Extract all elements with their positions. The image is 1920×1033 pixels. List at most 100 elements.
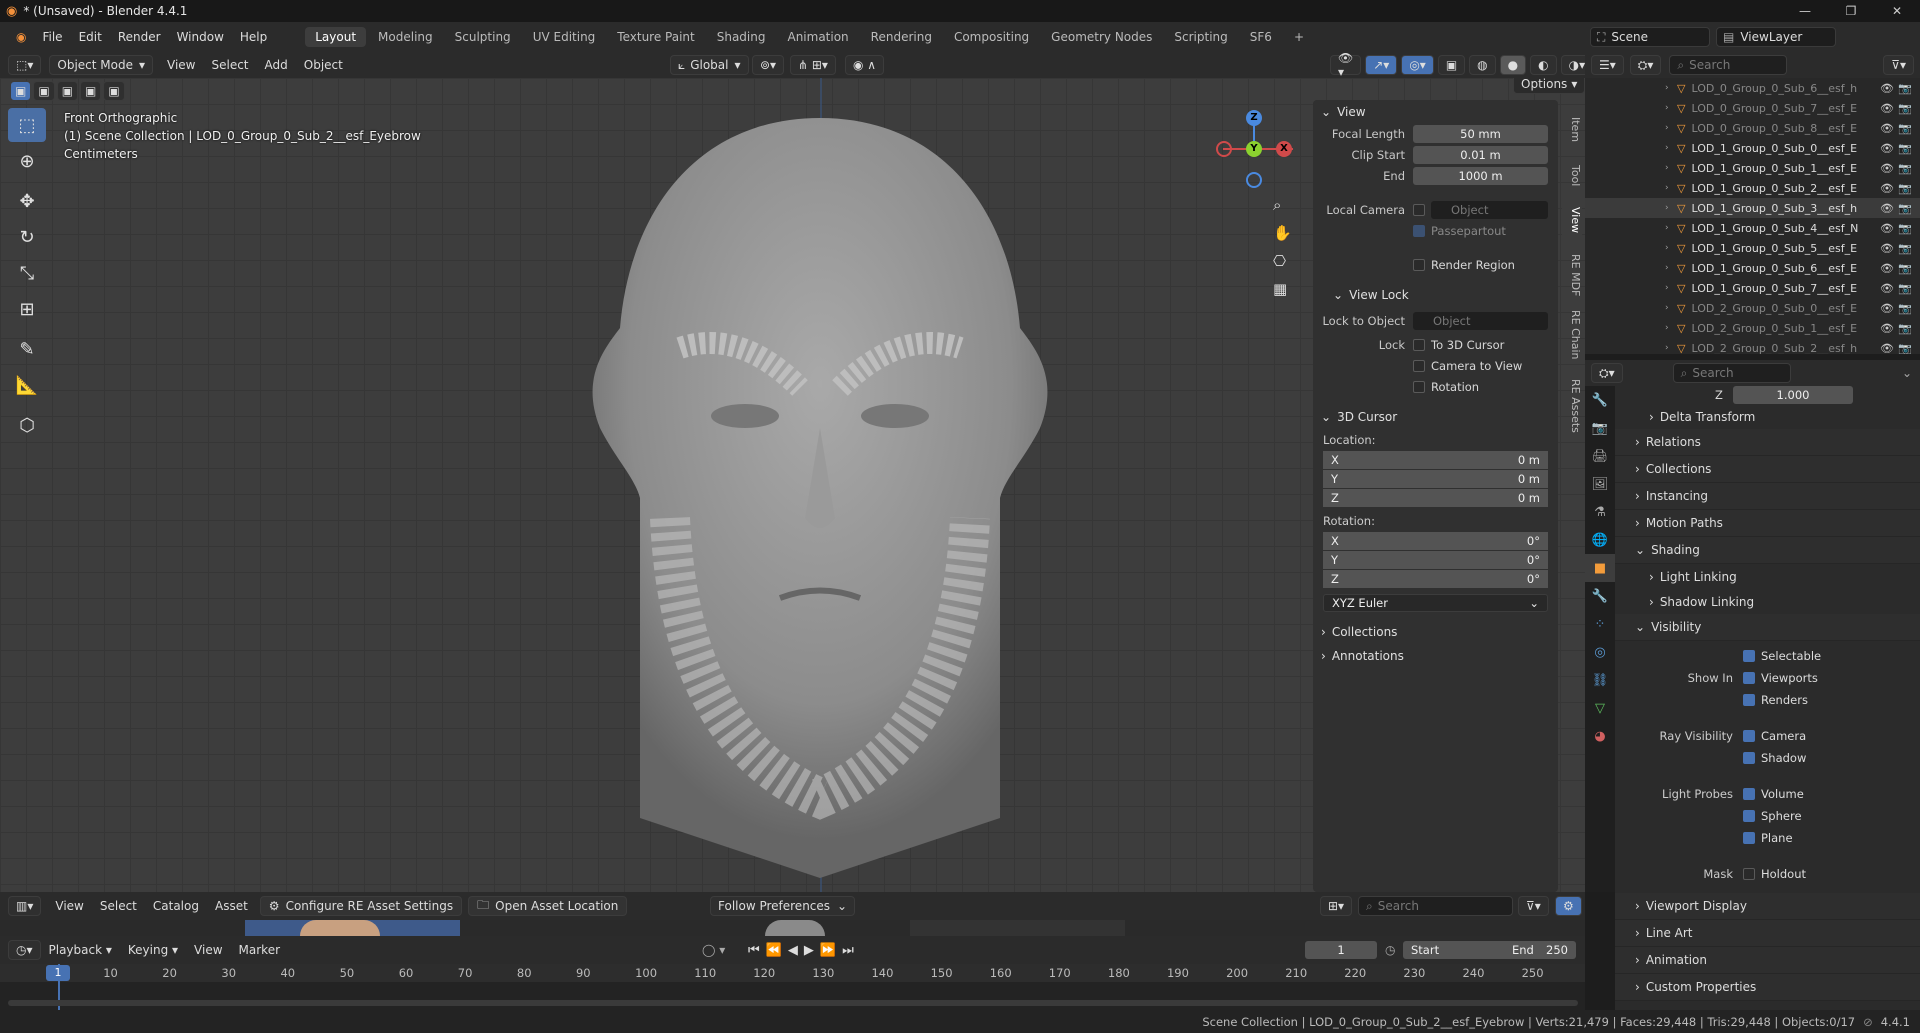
camera-icon[interactable]: 📷: [1898, 202, 1912, 215]
outliner-row[interactable]: › ▽ LOD_0_Group_0_Sub_6__esf_h 👁 📷: [1585, 78, 1920, 98]
outliner-row[interactable]: › ▽ LOD_1_Group_0_Sub_6__esf_E 👁 📷: [1585, 258, 1920, 278]
collections-header[interactable]: › Collections: [1615, 456, 1920, 483]
menu-help[interactable]: Help: [232, 30, 275, 44]
camera-icon[interactable]: 📷: [1898, 282, 1912, 295]
asset-menu-view[interactable]: View: [47, 899, 91, 913]
focal-length-field[interactable]: 50 mm: [1413, 125, 1548, 143]
lock-object-field[interactable]: Object: [1413, 312, 1548, 330]
open-asset-location-button[interactable]: 🗀 Open Asset Location: [468, 896, 628, 916]
modifier-props-icon[interactable]: 🔧: [1585, 582, 1615, 610]
eye-icon[interactable]: 👁: [1880, 142, 1894, 155]
cursor-tool-icon[interactable]: ⊕: [8, 144, 46, 178]
asset-menu-select[interactable]: Select: [92, 899, 145, 913]
select-invert-icon[interactable]: ▣: [80, 81, 102, 101]
properties-search-input[interactable]: ⌕ Search: [1672, 363, 1791, 383]
custom-props-header[interactable]: › Custom Properties: [1615, 974, 1920, 1001]
playhead[interactable]: 1: [46, 965, 70, 981]
eye-icon[interactable]: 👁: [1880, 122, 1894, 135]
outliner-row[interactable]: › ▽ LOD_2_Group_0_Sub_2__esf_h 👁 📷: [1585, 338, 1920, 355]
expand-icon[interactable]: ›: [1665, 143, 1669, 153]
camera-icon[interactable]: 📷: [1898, 82, 1912, 95]
import-method-dropdown[interactable]: Follow Preferences ⌄: [710, 896, 855, 916]
outliner-row[interactable]: › ▽ LOD_2_Group_0_Sub_1__esf_E 👁 📷: [1585, 318, 1920, 338]
particles-props-icon[interactable]: ⁘: [1585, 610, 1615, 638]
eye-icon[interactable]: 👁: [1880, 262, 1894, 275]
gizmo-z[interactable]: Z: [1246, 110, 1262, 126]
preview-range-icon[interactable]: ◷: [1385, 943, 1395, 957]
timeline-ruler[interactable]: 1102030405060708090100110120130140150160…: [0, 964, 1585, 982]
select-box-tool-icon[interactable]: ⬚: [8, 108, 46, 142]
expand-icon[interactable]: ›: [1665, 323, 1669, 333]
eye-icon[interactable]: 👁: [1880, 102, 1894, 115]
camera-icon[interactable]: 📷: [1898, 322, 1912, 335]
next-key-icon[interactable]: ⏩: [820, 943, 836, 958]
shading-solid-icon[interactable]: ●: [1499, 55, 1527, 75]
expand-icon[interactable]: ›: [1665, 203, 1669, 213]
expand-icon[interactable]: ›: [1665, 263, 1669, 273]
tab-re-chain[interactable]: RE Chain: [1562, 308, 1582, 362]
relations-header[interactable]: › Relations: [1615, 429, 1920, 456]
tab-shading[interactable]: Shading: [707, 27, 776, 47]
tab-modeling[interactable]: Modeling: [368, 27, 443, 47]
delta-transform-header[interactable]: › Delta Transform: [1615, 404, 1920, 429]
maximize-button[interactable]: ❐: [1828, 0, 1874, 22]
expand-icon[interactable]: ›: [1665, 223, 1669, 233]
outliner-row[interactable]: › ▽ LOD_1_Group_0_Sub_3__esf_h 👁 📷: [1585, 198, 1920, 218]
camera-icon[interactable]: 📷: [1898, 302, 1912, 315]
outliner-row[interactable]: › ▽ LOD_2_Group_0_Sub_0__esf_E 👁 📷: [1585, 298, 1920, 318]
tab-rendering[interactable]: Rendering: [861, 27, 942, 47]
outliner-row[interactable]: › ▽ LOD_0_Group_0_Sub_8__esf_E 👁 📷: [1585, 118, 1920, 138]
scene-props-icon[interactable]: ⚗: [1585, 498, 1615, 526]
volume-checkbox[interactable]: [1743, 788, 1755, 800]
scale-tool-icon[interactable]: ⤡: [8, 256, 46, 290]
auto-key-icon[interactable]: ◯ ▾: [702, 943, 725, 957]
asset-settings-icon[interactable]: ⚙: [1555, 896, 1582, 916]
outliner-row[interactable]: › ▽ LOD_0_Group_0_Sub_7__esf_E 👁 📷: [1585, 98, 1920, 118]
current-frame-field[interactable]: 1: [1305, 941, 1377, 959]
xray-icon[interactable]: ▣: [1437, 55, 1466, 75]
pivot-icon[interactable]: ⊚▾: [752, 55, 785, 75]
asset-menu-asset[interactable]: Asset: [207, 899, 256, 913]
tab-view[interactable]: View: [1562, 200, 1582, 240]
camera-icon[interactable]: 📷: [1898, 102, 1912, 115]
minimize-button[interactable]: —: [1782, 0, 1828, 22]
asset-filter-icon[interactable]: ⊽▾: [1518, 896, 1549, 916]
gizmo-y[interactable]: Y: [1246, 141, 1262, 157]
eye-icon[interactable]: 👁: [1880, 182, 1894, 195]
object-props-icon[interactable]: ■: [1585, 554, 1615, 582]
outliner-row[interactable]: › ▽ LOD_1_Group_0_Sub_4__esf_N 👁 📷: [1585, 218, 1920, 238]
asset-search-input[interactable]: ⌕ Search: [1358, 896, 1513, 916]
menu-object[interactable]: Object: [296, 58, 351, 72]
gizmo-neg-x[interactable]: [1216, 141, 1232, 157]
constraints-props-icon[interactable]: ⛓: [1585, 666, 1615, 694]
ortho-grid-icon[interactable]: ▦: [1273, 280, 1292, 298]
sphere-checkbox[interactable]: [1743, 810, 1755, 822]
rotate-tool-icon[interactable]: ↻: [8, 220, 46, 254]
physics-props-icon[interactable]: ◎: [1585, 638, 1615, 666]
render-props-icon[interactable]: 📷: [1585, 414, 1615, 442]
outliner-row[interactable]: › ▽ LOD_1_Group_0_Sub_1__esf_E 👁 📷: [1585, 158, 1920, 178]
timeline-scrollbar[interactable]: [8, 1000, 1578, 1006]
tab-re-assets[interactable]: RE Assets: [1562, 376, 1582, 436]
outliner-row[interactable]: › ▽ LOD_1_Group_0_Sub_7__esf_E 👁 📷: [1585, 278, 1920, 298]
pan-hand-icon[interactable]: ✋: [1273, 224, 1292, 242]
shadow-ray-checkbox[interactable]: [1743, 752, 1755, 764]
select-intersect-icon[interactable]: ▣: [103, 81, 125, 101]
camera-icon[interactable]: 📷: [1898, 122, 1912, 135]
tab-scripting[interactable]: Scripting: [1164, 27, 1237, 47]
timeline-menu-playback[interactable]: Playback ▾: [41, 943, 120, 957]
chevron-down-icon[interactable]: ⌄: [1902, 366, 1912, 380]
selectable-checkbox[interactable]: [1743, 650, 1755, 662]
zoom-icon[interactable]: ⌕: [1273, 196, 1292, 214]
line-art-header[interactable]: › Line Art: [1615, 920, 1920, 947]
world-props-icon[interactable]: 🌐: [1585, 526, 1615, 554]
gizmo-icon[interactable]: ↗▾: [1365, 55, 1398, 75]
data-props-icon[interactable]: ▽: [1585, 694, 1615, 722]
camera-icon[interactable]: 📷: [1898, 182, 1912, 195]
expand-icon[interactable]: ›: [1665, 343, 1669, 353]
passepartout-checkbox[interactable]: [1413, 225, 1425, 237]
head-model[interactable]: [560, 98, 1080, 878]
local-camera-object-field[interactable]: Object: [1431, 201, 1548, 219]
shading-material-icon[interactable]: ◐: [1530, 55, 1557, 75]
jump-end-icon[interactable]: ⏭: [842, 943, 854, 958]
